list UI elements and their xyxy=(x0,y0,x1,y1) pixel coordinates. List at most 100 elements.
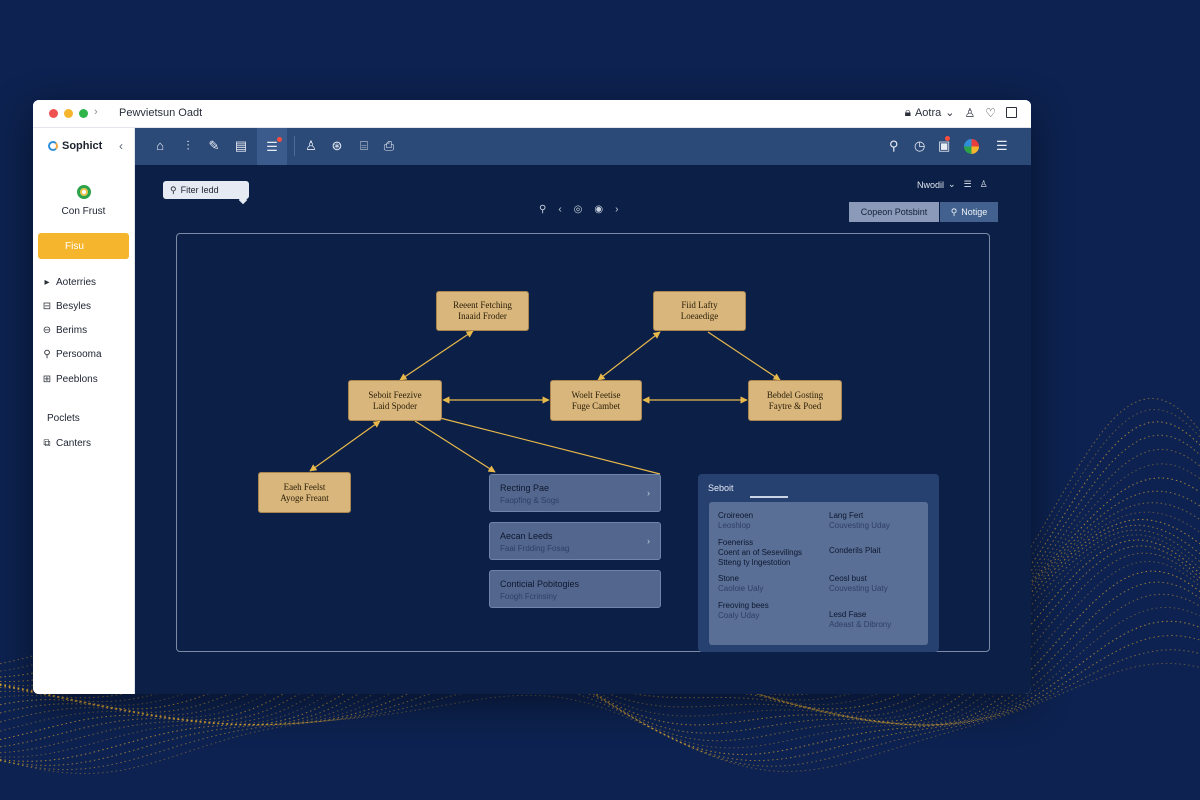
search-icon[interactable]: ⚲ xyxy=(889,138,899,154)
list-card[interactable]: Conticial Pobitogies Foogh Fcrinsiny xyxy=(489,570,661,608)
user-name[interactable]: Aotra xyxy=(915,107,941,119)
node-line2: Laid Spoder xyxy=(372,400,418,411)
diagram-node[interactable]: Fiid Lafty Loeaedige xyxy=(653,291,746,331)
detail-panel: Seboit Croireoen Leoshlop Lang Fert Couv… xyxy=(698,474,939,652)
toolbar-separator xyxy=(294,136,295,156)
box-icon: ⊟ xyxy=(42,300,52,312)
list-card[interactable]: Aecan Leeds Faai Frdding Fosag › xyxy=(489,522,661,560)
profile-icon[interactable] xyxy=(77,185,91,199)
toolbar: ⌂ ⫶ ✎ ▤ ☰ ♙ ⊛ ⌸ ⎙ ⚲ ◷ ▣ ☰ xyxy=(135,128,1031,165)
list-view-icon[interactable]: ☰ xyxy=(964,179,972,190)
brand-name: Sophict xyxy=(62,140,103,152)
chevron-right-icon: › xyxy=(647,536,650,546)
node-line2: Loeaedige xyxy=(680,311,719,321)
sidebar-item-canters[interactable]: ⧉ Canters xyxy=(38,435,91,451)
document-icon[interactable]: ▤ xyxy=(232,137,250,155)
filter-chip[interactable]: ⚲ Fiter Iedd xyxy=(163,181,249,199)
card-subtitle: Faopfing & Sogs xyxy=(500,496,560,505)
avatar[interactable] xyxy=(964,139,979,154)
bank-icon[interactable]: ⌸ xyxy=(355,137,373,155)
chevron-right-icon[interactable]: › xyxy=(94,106,98,118)
model-label: Nwodil xyxy=(917,179,945,190)
diagram-node[interactable]: Reeent Fetching Inaaid Froder xyxy=(436,291,529,331)
maximize-window-button[interactable] xyxy=(79,109,88,118)
sidebar-item-4[interactable]: ⊞ Peeblons xyxy=(38,371,98,387)
chevron-down-icon: ⌄ xyxy=(948,179,956,189)
node-line1: Eaeh Feelst xyxy=(283,481,326,492)
list-icon[interactable]: ☰ xyxy=(257,128,287,165)
minimize-window-button[interactable] xyxy=(64,109,73,118)
field-value: Adeast & Dibrony xyxy=(829,620,892,629)
node-line1: Bebdel Gosting xyxy=(766,389,824,400)
panel-field: Ceosl bust Couvesting Uaty xyxy=(829,574,888,594)
sidebar-item-label: Canters xyxy=(56,437,92,449)
target-icon[interactable]: ◉ xyxy=(594,204,603,215)
field-label: Lang Fert xyxy=(829,511,864,520)
sidebar-item-2[interactable]: ⊖ Berims xyxy=(38,322,87,338)
brand[interactable]: Sophict xyxy=(48,140,102,152)
sidebar-item-0[interactable]: ▸ Aoterries xyxy=(38,274,96,290)
field-label: Lesd Fase xyxy=(829,610,867,619)
globe-icon[interactable]: ⊛ xyxy=(328,137,346,155)
close-window-button[interactable] xyxy=(49,109,58,118)
diagram-node[interactable]: Eaeh Feelst Ayoge Freant xyxy=(258,472,351,513)
fit-icon[interactable]: ◎ xyxy=(574,204,583,215)
panel-fields: Croireoen Leoshlop Lang Fert Couvesting … xyxy=(709,502,928,645)
sidebar-item-label: Fisu xyxy=(65,240,84,252)
diagram-node[interactable]: Woelt Feetise Fuge Cambet xyxy=(550,380,642,421)
filter-label: Fiter Iedd xyxy=(180,185,219,195)
profile-label: Con Frust xyxy=(61,206,106,217)
sidebar-item-label: Berims xyxy=(56,324,88,336)
list-card[interactable]: Recting Pae Faopfing & Sogs › xyxy=(489,474,661,512)
list-badge xyxy=(277,137,282,142)
sidebar-item-label: Persooma xyxy=(56,348,102,360)
model-selector[interactable]: Nwodil ⌄ ☰ ♙ xyxy=(917,179,988,190)
menu-icon[interactable]: ☰ xyxy=(996,138,1008,154)
clock-icon[interactable]: ◷ xyxy=(914,138,925,154)
notification-badge xyxy=(945,136,950,141)
sidebar-item-1[interactable]: ⊟ Besyles xyxy=(38,298,91,314)
sidebar: Sophict ‹ Con Frust Fisu ▸ Aoterries ⊟ B… xyxy=(33,128,135,694)
search-button[interactable]: ⚲ Notige xyxy=(940,202,998,222)
person-icon[interactable]: ♙ xyxy=(964,106,975,120)
dropdown-chevron-icon[interactable]: ⌄ xyxy=(945,106,954,119)
search-icon: ⚲ xyxy=(950,206,958,217)
field-label: Stone xyxy=(718,574,739,583)
sidebar-item-active[interactable]: Fisu xyxy=(38,233,129,259)
field-label: Ceosl bust xyxy=(829,574,867,583)
search-icon: ⚲ xyxy=(43,348,51,360)
panel-field: Freoving bees Coaly Uday xyxy=(718,601,778,621)
user-icon[interactable]: ♙ xyxy=(302,137,320,155)
card-subtitle: Faai Frdding Fosag xyxy=(500,544,570,553)
node-line1: Reeent Fetching xyxy=(453,300,512,310)
layers-icon: ⧉ xyxy=(43,437,51,449)
field-value: Couvesting Uday xyxy=(829,521,890,530)
zoom-icon[interactable]: ⚲ xyxy=(539,204,546,215)
field-value: Caoloie Ualy xyxy=(718,584,764,593)
sidebar-item-3[interactable]: ⚲ Persooma xyxy=(38,346,102,362)
field-value: Leoshlop xyxy=(718,521,751,530)
diagram-node[interactable]: Bebdel Gosting Faytre & Poed xyxy=(748,380,842,421)
grid-icon: ⊞ xyxy=(42,373,52,385)
primary-button[interactable]: Copeon Potsbint xyxy=(849,202,939,222)
pen-icon[interactable]: ✎ xyxy=(205,137,223,155)
card-subtitle: Foogh Fcrinsiny xyxy=(500,592,557,601)
window-square-icon[interactable] xyxy=(1006,107,1017,118)
clipboard-icon[interactable]: ⎙ xyxy=(380,137,398,155)
next-icon[interactable]: › xyxy=(615,204,618,215)
person-icon[interactable]: ♙ xyxy=(980,179,988,190)
sidebar-item-label: Besyles xyxy=(56,300,92,312)
node-line2: Inaaid Froder xyxy=(458,311,507,321)
node-line1: Seboit Feezive xyxy=(368,389,422,400)
panel-field: Stone Caoloie Ualy xyxy=(718,574,763,594)
diagram-node[interactable]: Seboit Feezive Laid Spoder xyxy=(348,380,442,421)
brand-logo-icon xyxy=(48,141,58,151)
heart-icon[interactable]: ♡ xyxy=(985,106,996,120)
previous-icon[interactable]: ‹ xyxy=(558,204,561,215)
collapse-sidebar-icon[interactable]: ‹ xyxy=(119,139,123,153)
audio-icon[interactable]: ⫶ xyxy=(179,137,197,155)
sidebar-item-label: Aoterries xyxy=(56,276,97,288)
home-icon[interactable]: ⌂ xyxy=(151,137,169,155)
sidebar-item-label: Peeblons xyxy=(56,373,98,385)
panel-field: Foeneriss Coent an of Sesevilings Stteng… xyxy=(718,538,822,568)
